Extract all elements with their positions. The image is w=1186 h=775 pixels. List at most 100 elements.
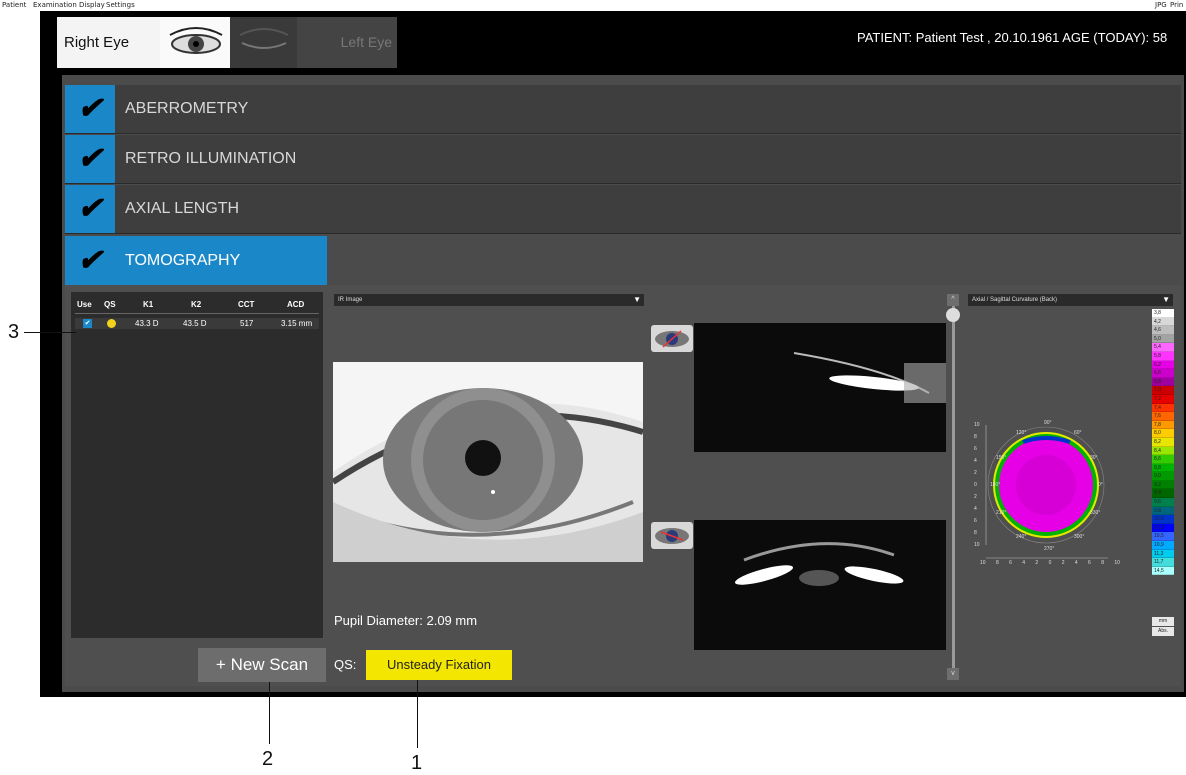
angle-label: 180° — [990, 482, 1001, 488]
menu-print[interactable]: Prin — [1170, 1, 1183, 9]
scale-step: 4,6 — [1152, 326, 1174, 335]
angle-label: 270° — [1044, 546, 1055, 552]
map-type-dropdown[interactable]: Axial / Sagittal Curvature (Back) ▼ — [968, 294, 1173, 306]
angle-label: 240° — [1016, 534, 1027, 540]
scale-step: 5,8 — [1152, 351, 1174, 361]
y-tick-label: 2 — [974, 470, 977, 476]
scale-step: 6,2 — [1152, 360, 1174, 370]
x-tick-label: 6 — [1088, 560, 1091, 566]
y-tick-label: 10 — [974, 542, 980, 548]
dropdown-value: Axial / Sagittal Curvature (Back) — [972, 297, 1058, 303]
section-label: AXIAL LENGTH — [125, 200, 240, 217]
scan-angle-thumbnail-icon[interactable] — [651, 522, 693, 549]
scale-step: 7,8 — [1152, 420, 1174, 430]
scale-step: 7,0 — [1152, 386, 1174, 395]
scale-step: 8,6 — [1152, 455, 1174, 464]
open-eye-icon[interactable] — [160, 17, 230, 68]
ir-image-dropdown[interactable]: IR Image ▼ — [334, 294, 644, 306]
scale-step: 6,8 — [1152, 377, 1174, 387]
scan-angle-thumbnail-icon[interactable] — [651, 325, 693, 352]
angle-label: 30° — [1090, 455, 1098, 461]
right-eye-button[interactable]: Right Eye — [57, 17, 160, 68]
curvature-map: 90° 120° 60° 150° 30° 180° 0° 210° 330° … — [968, 410, 1140, 576]
menu-examination[interactable]: Examination — [33, 1, 77, 9]
scale-step: 10,0 — [1152, 515, 1174, 524]
cell-cct: 517 — [240, 319, 254, 328]
x-tick-label: 8 — [1101, 560, 1104, 566]
scale-step: 11,7 — [1152, 558, 1174, 567]
slider-down-button[interactable]: v — [947, 668, 959, 680]
eye-selector: Right Eye Left Eye — [57, 17, 397, 68]
x-tick-label: 6 — [1009, 560, 1012, 566]
check-icon: ✔ — [65, 85, 115, 133]
scale-step: 9,0 — [1152, 472, 1174, 481]
scale-step: 8,8 — [1152, 463, 1174, 473]
callout-line — [24, 332, 76, 333]
tab-tomography[interactable]: TOMOGRAPHY — [115, 236, 327, 285]
new-scan-button[interactable]: + New Scan — [198, 648, 326, 682]
section-retro-illumination[interactable]: ✔ RETRO ILLUMINATION — [65, 135, 1181, 184]
scale-step: 4,2 — [1152, 317, 1174, 327]
x-tick-label: 2 — [1035, 560, 1039, 566]
menu-patient[interactable]: Patient — [2, 1, 26, 9]
table-row[interactable]: ✔ 43.3 D 43.5 D 517 3.15 mm — [75, 318, 319, 329]
angle-label: 150° — [996, 455, 1007, 461]
scale-step: 10,2 — [1152, 523, 1174, 533]
x-tick-label: 8 — [995, 560, 999, 566]
y-tick-label: 8 — [974, 530, 977, 536]
scale-unit: mm — [1152, 617, 1174, 626]
scale-step: 11,3 — [1152, 549, 1174, 559]
col-qs: QS — [104, 300, 116, 309]
scale-step: 7,6 — [1152, 412, 1174, 421]
col-acd: ACD — [287, 300, 305, 309]
x-tick-label: 4 — [1074, 560, 1078, 566]
use-checkbox[interactable]: ✔ — [83, 319, 92, 328]
x-axis-ticks: 10 8 6 4 2 0 2 4 6 8 10 — [980, 560, 1120, 566]
y-tick-label: 6 — [974, 518, 977, 524]
scale-step: 10,5 — [1152, 532, 1174, 542]
callout-1: 1 — [411, 752, 423, 774]
y-tick-label: 8 — [974, 434, 977, 440]
scale-step: 5,0 — [1152, 334, 1174, 344]
scan-slider-track[interactable] — [952, 302, 955, 668]
check-icon: ✔ — [65, 185, 115, 233]
y-tick-label: 6 — [974, 446, 977, 452]
section-aberrometry[interactable]: ✔ ABERROMETRY — [65, 85, 1181, 134]
slider-up-button[interactable]: ^ — [947, 294, 959, 306]
closed-eye-icon[interactable] — [230, 17, 297, 68]
angle-label: 90° — [1044, 420, 1052, 426]
divider — [75, 313, 319, 314]
left-eye-button[interactable]: Left Eye — [297, 17, 397, 68]
menu-bar: Patient Examination Display Settings JPG… — [0, 0, 1186, 11]
callout-2: 2 — [262, 748, 274, 770]
angle-label: 210° — [996, 510, 1007, 516]
menu-jpg[interactable]: JPG — [1155, 1, 1167, 9]
angle-label: 120° — [1016, 430, 1027, 436]
x-tick-label: 10 — [1114, 560, 1120, 566]
scale-step: 9,2 — [1152, 480, 1174, 490]
scale-step: 9,4 — [1152, 489, 1174, 499]
section-axial-length[interactable]: ✔ AXIAL LENGTH — [65, 185, 1181, 234]
section-label: RETRO ILLUMINATION — [125, 150, 297, 167]
scale-step: 5,4 — [1152, 343, 1174, 352]
scheimpflug-image-top — [694, 323, 946, 452]
color-scale-legend: 3,8 4,2 4,6 5,0 5,4 5,8 6,2 6,6 6,8 7,0 7,2 7,4 7,6 7… — [1152, 309, 1174, 576]
angle-label: 0° — [1098, 482, 1103, 488]
x-tick-label: 0 — [1048, 560, 1052, 566]
scale-step: 14,5 — [1152, 566, 1174, 576]
scale-step: 8,4 — [1152, 446, 1174, 456]
col-use: Use — [77, 300, 92, 309]
scale-step: 10,9 — [1152, 541, 1174, 550]
x-tick-label: 4 — [1022, 560, 1026, 566]
patient-info: PATIENT: Patient Test , 20.10.1961 AGE (… — [857, 30, 1168, 45]
slider-handle[interactable] — [946, 308, 960, 322]
check-icon[interactable]: ✔ — [65, 236, 115, 285]
menu-display[interactable]: Display — [79, 1, 105, 9]
check-icon: ✔ — [65, 135, 115, 183]
scale-mode-button[interactable]: Abs. — [1152, 627, 1174, 636]
section-label: ABERROMETRY — [125, 100, 249, 117]
scale-step: 8,0 — [1152, 429, 1174, 438]
menu-settings[interactable]: Settings — [106, 1, 135, 9]
col-k2: K2 — [191, 300, 202, 309]
qs-warning-icon — [107, 319, 116, 328]
